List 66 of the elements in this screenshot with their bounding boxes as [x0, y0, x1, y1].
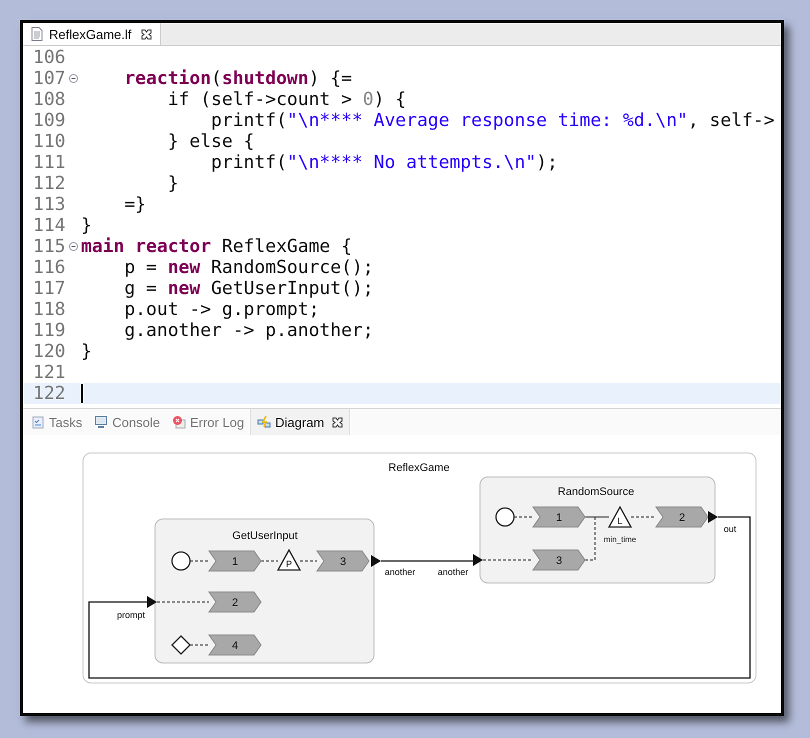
clipboard-icon	[31, 415, 45, 429]
startup-circle	[495, 507, 515, 527]
code-line: g.another -> p.another;	[123, 320, 374, 341]
close-icon[interactable]	[141, 28, 152, 40]
line-number: 113	[33, 194, 66, 215]
code-line: printf("\n**** Average response time: %d.\n", self->	[210, 110, 775, 131]
panel-tab[interactable]: Console	[88, 409, 166, 435]
dashed-connector	[300, 560, 318, 562]
line-number: 121	[33, 362, 66, 383]
action-label: min_time	[604, 535, 636, 544]
line-number: 116	[33, 257, 66, 278]
editor-tab[interactable]: ReflexGame.lf	[23, 23, 162, 45]
line-number: 109	[33, 110, 66, 131]
connector-line	[584, 516, 610, 518]
line-number: 118	[33, 299, 66, 320]
diagram-icon	[257, 415, 272, 429]
reactor-title: ReflexGame	[388, 462, 450, 474]
port-label: prompt	[117, 610, 145, 620]
collapse-icon[interactable]	[69, 74, 78, 83]
document-icon	[31, 27, 43, 41]
reactor-title: RandomSource	[558, 486, 634, 498]
code-line: p.out -> g.prompt;	[123, 299, 320, 320]
panel-tab[interactable]: Diagram	[250, 409, 350, 435]
collapse-icon[interactable]	[69, 242, 78, 251]
line-number: 107	[33, 68, 66, 89]
port-label: another	[384, 567, 416, 577]
code-line: p = new RandomSource();	[123, 257, 374, 278]
code-line: main reactor ReflexGame {	[81, 236, 352, 257]
line-number: 114	[33, 215, 66, 236]
code-line: }	[81, 341, 92, 362]
line-number: 111	[33, 152, 66, 173]
line-number: 122	[33, 383, 66, 404]
line-number: 120	[33, 341, 66, 362]
line-number: 106	[33, 47, 66, 68]
action-triangle: P	[276, 548, 302, 571]
reactor-title: GetUserInput	[232, 530, 298, 542]
line-number: 115	[33, 236, 66, 257]
panel-tab[interactable]: Tasks	[25, 409, 88, 435]
error-icon	[172, 415, 186, 429]
action-triangle: L	[608, 506, 632, 528]
code-line: if (self->count > 0) {	[166, 89, 406, 110]
code-line: g = new GetUserInput();	[123, 278, 374, 299]
dashed-connector	[260, 560, 278, 562]
startup-circle	[171, 551, 191, 571]
dashed-connector	[584, 516, 596, 560]
code-line: } else {	[166, 131, 254, 152]
code-line: =}	[123, 194, 146, 215]
code-line: }	[166, 173, 179, 194]
shutdown-diamond	[171, 635, 191, 655]
port-label: another	[438, 567, 468, 577]
code-line: printf("\n**** No attempts.\n");	[210, 152, 558, 173]
dashed-connector	[630, 516, 656, 518]
line-number: 108	[33, 89, 66, 110]
dashed-connector	[190, 560, 210, 562]
line-number: 112	[33, 173, 66, 194]
monitor-icon	[94, 415, 108, 429]
code-line: }	[81, 215, 92, 236]
dashed-connector	[190, 644, 210, 646]
line-number: 117	[33, 278, 66, 299]
line-number: 119	[33, 320, 66, 341]
port-label: out	[724, 524, 736, 534]
line-number: 110	[33, 131, 66, 152]
close-icon[interactable]	[332, 416, 344, 428]
code-line: reaction(shutdown) {=	[123, 68, 352, 89]
dashed-connector	[514, 516, 534, 518]
panel-tab[interactable]: Error Log	[166, 409, 250, 435]
